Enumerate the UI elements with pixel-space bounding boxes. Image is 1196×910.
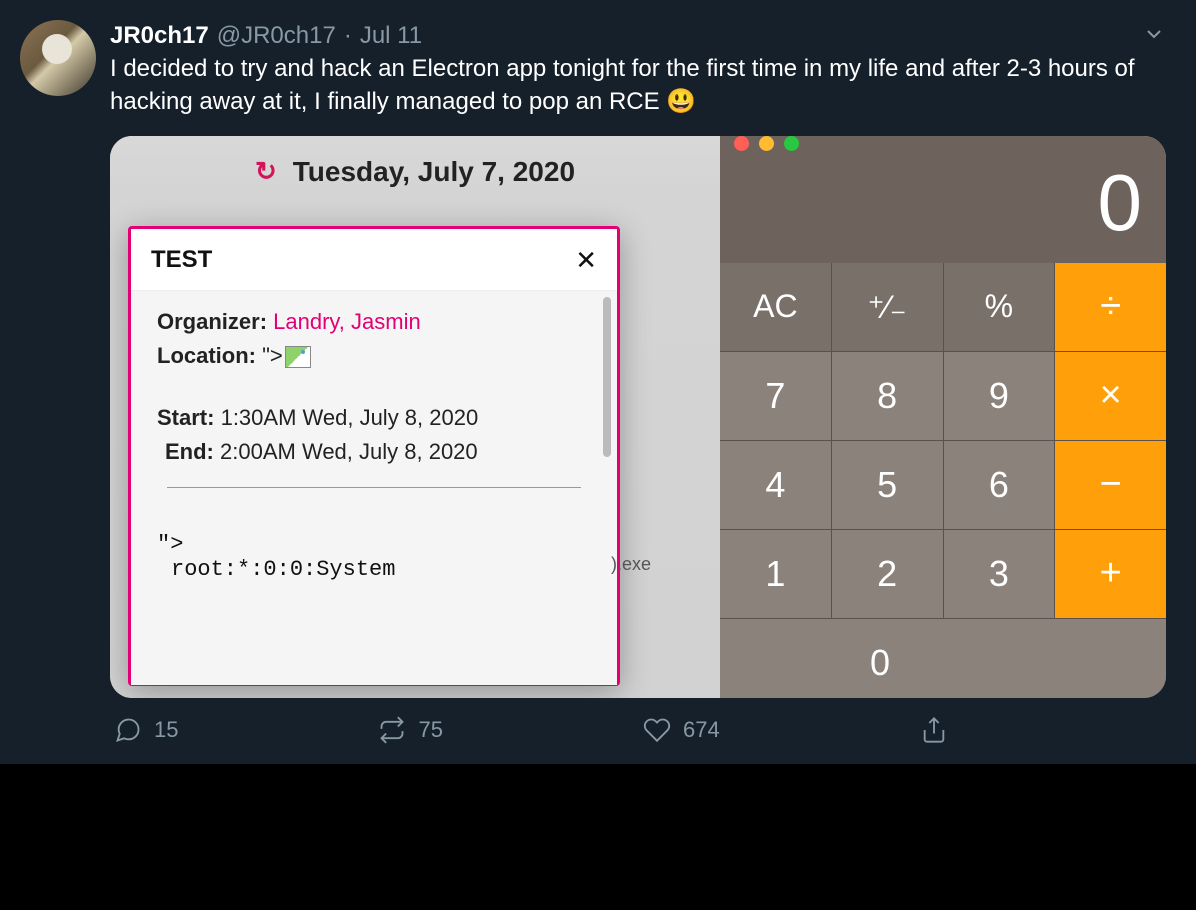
retweet-count: 75 (418, 717, 442, 743)
like-button[interactable]: 674 (643, 716, 720, 744)
window-traffic-lights (720, 136, 1166, 151)
organizer-label: Organizer: (157, 309, 267, 334)
scrollbar[interactable] (603, 297, 611, 457)
key-8[interactable]: 8 (832, 352, 943, 440)
key-1[interactable]: 1 (720, 530, 831, 618)
author-name[interactable]: JR0ch17 (110, 20, 209, 51)
caret-down-icon[interactable] (1142, 22, 1166, 51)
calculator-display: 0 (720, 151, 1166, 263)
end-value: 2:00AM Wed, July 8, 2020 (220, 439, 478, 464)
key-plus-minus[interactable]: ⁺⁄₋ (832, 263, 943, 351)
key-multiply[interactable]: × (1055, 352, 1166, 440)
author-handle[interactable]: @JR0ch17 (217, 20, 336, 51)
divider (167, 487, 581, 488)
key-divide[interactable]: ÷ (1055, 263, 1166, 351)
retweet-button[interactable]: 75 (378, 716, 442, 744)
start-value: 1:30AM Wed, July 8, 2020 (221, 405, 479, 430)
location-value: "> (262, 343, 283, 368)
start-label: Start: (157, 405, 214, 430)
key-2[interactable]: 2 (832, 530, 943, 618)
reply-button[interactable]: 15 (114, 716, 178, 744)
reload-icon[interactable]: ↻ (255, 156, 277, 187)
calculator-window: 0 AC ⁺⁄₋ % ÷ 7 8 9 × 4 5 6 − 1 (720, 136, 1166, 698)
share-button[interactable] (920, 716, 948, 744)
key-5[interactable]: 5 (832, 441, 943, 529)
key-7[interactable]: 7 (720, 352, 831, 440)
tweet-container: JR0ch17 @JR0ch17 · Jul 11 I decided to t… (0, 0, 1196, 764)
share-icon (920, 716, 948, 744)
like-count: 674 (683, 717, 720, 743)
organizer-name[interactable]: Landry, Jasmin (273, 309, 421, 334)
tweet-text: I decided to try and hack an Electron ap… (110, 53, 1166, 118)
retweet-icon (378, 716, 406, 744)
window-close-icon[interactable] (734, 136, 749, 151)
key-4[interactable]: 4 (720, 441, 831, 529)
event-card: TEST ✕ Organizer: Landry, Jasmin Locatio… (128, 226, 620, 686)
tweet-media[interactable]: ↻ Tuesday, July 7, 2020 TEST ✕ Organizer… (110, 136, 1166, 698)
event-title: TEST (151, 246, 212, 274)
end-label: End: (165, 439, 214, 464)
heart-icon (643, 716, 671, 744)
key-percent[interactable]: % (944, 263, 1055, 351)
broken-image-icon (285, 346, 311, 368)
location-label: Location: (157, 343, 256, 368)
window-minimize-icon[interactable] (759, 136, 774, 151)
calendar-date-header: Tuesday, July 7, 2020 (293, 156, 575, 188)
tweet-date[interactable]: Jul 11 (360, 20, 422, 51)
key-6[interactable]: 6 (944, 441, 1055, 529)
comment-icon (114, 716, 142, 744)
key-3[interactable]: 3 (944, 530, 1055, 618)
key-ac[interactable]: AC (720, 263, 831, 351)
window-zoom-icon[interactable] (784, 136, 799, 151)
key-0[interactable]: 0 (720, 619, 1166, 698)
exe-fragment: ).exe (611, 554, 651, 575)
payload-line: root:*:0:0:System (157, 557, 591, 582)
key-subtract[interactable]: − (1055, 441, 1166, 529)
avatar[interactable] (20, 20, 96, 96)
key-add[interactable]: + (1055, 530, 1166, 618)
key-9[interactable]: 9 (944, 352, 1055, 440)
reply-count: 15 (154, 717, 178, 743)
close-icon[interactable]: ✕ (575, 245, 597, 276)
dot-separator: · (344, 20, 352, 51)
calendar-pane: ↻ Tuesday, July 7, 2020 TEST ✕ Organizer… (110, 136, 720, 698)
payload-prefix: "> (157, 532, 591, 557)
